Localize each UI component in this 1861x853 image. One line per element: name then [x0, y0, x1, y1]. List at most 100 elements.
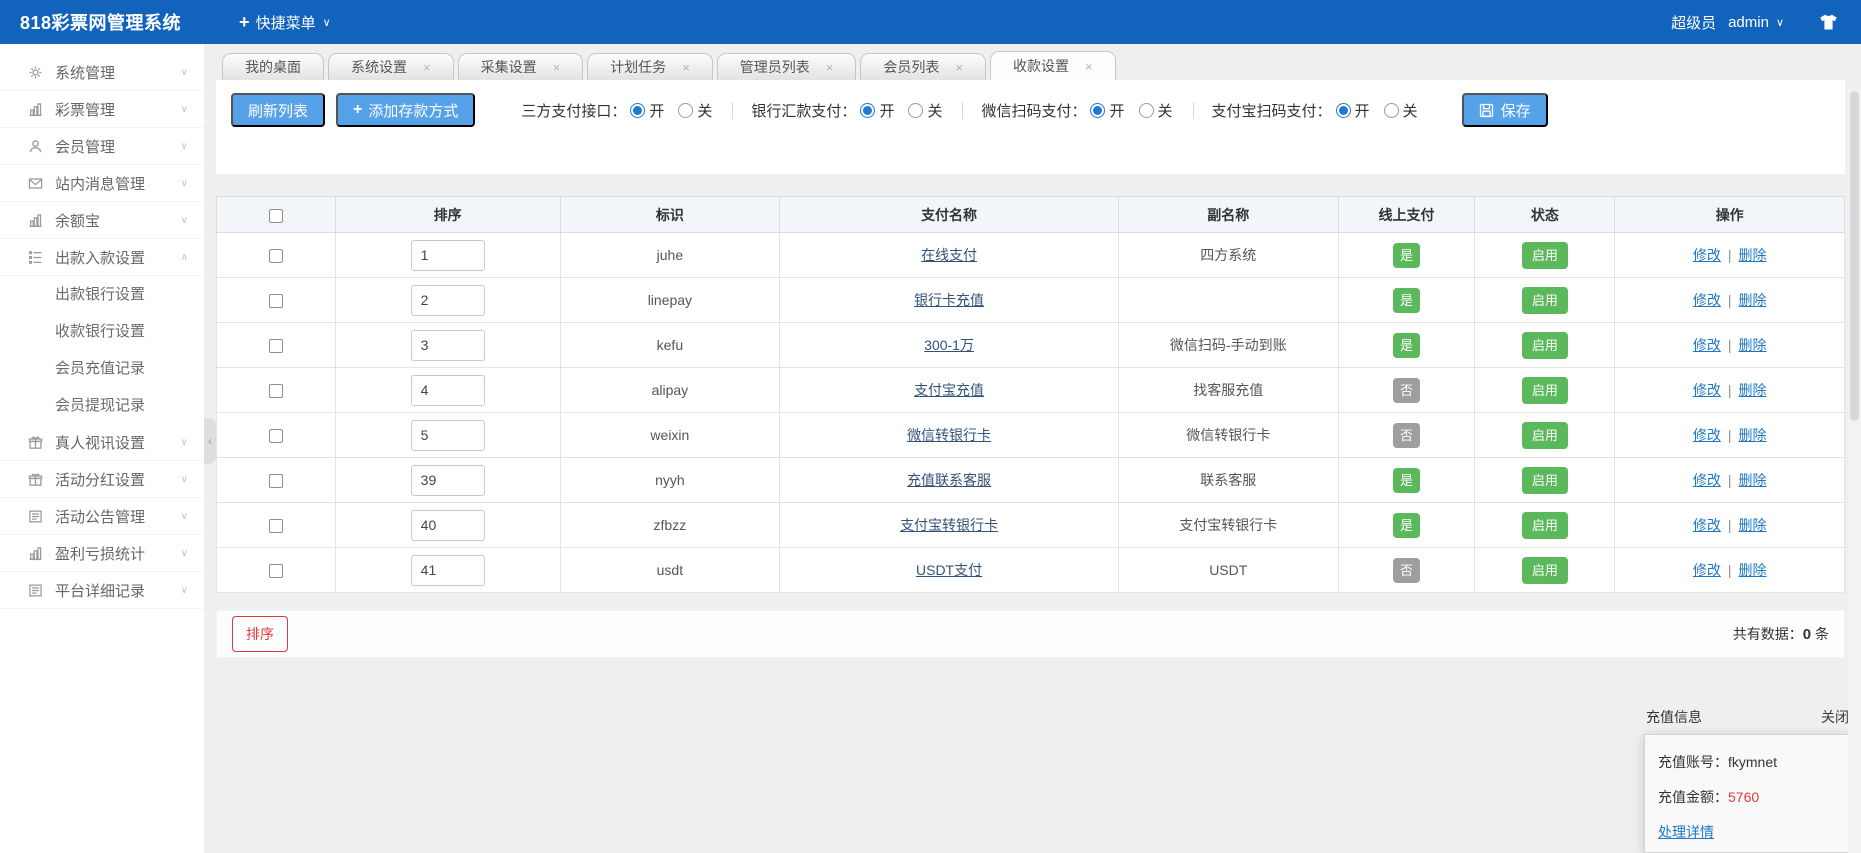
- scrollbar-thumb[interactable]: [1850, 91, 1859, 421]
- tab-plan-tasks[interactable]: 计划任务×: [587, 53, 713, 80]
- quick-menu-button[interactable]: + 快捷菜单 ∨: [239, 12, 331, 33]
- tab-collect-settings[interactable]: 采集设置×: [458, 53, 584, 80]
- pay-name-link[interactable]: USDT支付: [916, 562, 982, 578]
- delete-link[interactable]: 删除: [1739, 247, 1767, 263]
- edit-link[interactable]: 修改: [1693, 382, 1721, 398]
- select-all-checkbox[interactable]: [269, 209, 283, 223]
- tab-member-list[interactable]: 会员列表×: [860, 53, 986, 80]
- row-checkbox[interactable]: [269, 384, 283, 398]
- delete-link[interactable]: 删除: [1739, 337, 1767, 353]
- save-button[interactable]: 保存: [1462, 93, 1548, 127]
- edit-link[interactable]: 修改: [1693, 562, 1721, 578]
- divider: [1193, 102, 1194, 119]
- sidebar-item-members[interactable]: 会员管理 ∨: [0, 128, 204, 165]
- pay-name-link[interactable]: 支付宝充值: [914, 382, 984, 398]
- edit-link[interactable]: 修改: [1693, 517, 1721, 533]
- sidebar-item-activity-dividend[interactable]: 活动分红设置 ∨: [0, 461, 204, 498]
- tab-admin-list[interactable]: 管理员列表×: [717, 53, 857, 80]
- row-checkbox[interactable]: [269, 564, 283, 578]
- sort-input[interactable]: [411, 510, 485, 541]
- sidebar-subitem-recharge-records[interactable]: 会员充值记录: [0, 350, 204, 387]
- pay-name-link[interactable]: 充值联系客服: [907, 472, 991, 488]
- sidebar-subitem-withdraw-bank[interactable]: 出款银行设置: [0, 276, 204, 313]
- sort-input[interactable]: [411, 420, 485, 451]
- sidebar-item-payment-settings[interactable]: 出款入款设置 ∧: [0, 239, 204, 276]
- sidebar-collapse-handle[interactable]: ‹: [204, 418, 216, 464]
- radio-on[interactable]: 开: [630, 100, 664, 121]
- tab-close-icon[interactable]: ×: [682, 60, 690, 75]
- sort-input[interactable]: [411, 555, 485, 586]
- delete-link[interactable]: 删除: [1739, 382, 1767, 398]
- pay-name-link[interactable]: 在线支付: [921, 247, 977, 263]
- sidebar-item-profit-loss[interactable]: 盈利亏损统计 ∨: [0, 535, 204, 572]
- edit-link[interactable]: 修改: [1693, 247, 1721, 263]
- edit-link[interactable]: 修改: [1693, 427, 1721, 443]
- row-checkbox[interactable]: [269, 429, 283, 443]
- sort-input[interactable]: [411, 465, 485, 496]
- sort-input[interactable]: [411, 285, 485, 316]
- delete-link[interactable]: 删除: [1739, 517, 1767, 533]
- pay-name-link[interactable]: 微信转银行卡: [907, 427, 991, 443]
- pay-name-link[interactable]: 支付宝转银行卡: [900, 517, 998, 533]
- radio-off[interactable]: 关: [678, 100, 712, 121]
- sort-input[interactable]: [411, 240, 485, 271]
- tab-close-icon[interactable]: ×: [1085, 59, 1093, 74]
- delete-link[interactable]: 删除: [1739, 292, 1767, 308]
- tab-close-icon[interactable]: ×: [553, 60, 561, 75]
- theme-shirt-icon[interactable]: [1818, 13, 1839, 31]
- delete-link[interactable]: 删除: [1739, 562, 1767, 578]
- row-checkbox[interactable]: [269, 339, 283, 353]
- sidebar-item-system[interactable]: 系统管理 ∨: [0, 54, 204, 91]
- tab-system-settings[interactable]: 系统设置×: [328, 53, 454, 80]
- online-badge: 否: [1393, 378, 1420, 403]
- edit-link[interactable]: 修改: [1693, 292, 1721, 308]
- sidebar-item-platform-records[interactable]: 平台详细记录 ∨: [0, 572, 204, 609]
- tab-my-desktop[interactable]: 我的桌面: [222, 53, 324, 80]
- sidebar-item-announcements[interactable]: 活动公告管理 ∨: [0, 498, 204, 535]
- radio-on[interactable]: 开: [1090, 100, 1124, 121]
- pay-code: nyyh: [560, 458, 780, 503]
- radio-off[interactable]: 关: [908, 100, 942, 121]
- radio-off[interactable]: 关: [1384, 100, 1418, 121]
- process-detail-link[interactable]: 处理详情: [1658, 824, 1714, 840]
- tab-payment-settings[interactable]: 收款设置×: [990, 51, 1116, 80]
- sidebar-item-live-video[interactable]: 真人视讯设置 ∨: [0, 424, 204, 461]
- table-row: juhe 在线支付 四方系统 是 启用 修改|删除: [217, 233, 1845, 278]
- table-row: zfbzz 支付宝转银行卡 支付宝转银行卡 是 启用 修改|删除: [217, 503, 1845, 548]
- tab-close-icon[interactable]: ×: [423, 60, 431, 75]
- pay-name-link[interactable]: 300-1万: [924, 337, 974, 353]
- sidebar-subitem-receive-bank[interactable]: 收款银行设置: [0, 313, 204, 350]
- add-deposit-method-button[interactable]: +添加存款方式: [336, 93, 475, 127]
- delete-link[interactable]: 删除: [1739, 427, 1767, 443]
- app-title: 818彩票网管理系统: [20, 9, 181, 35]
- sidebar-subitem-withdraw-records[interactable]: 会员提现记录: [0, 387, 204, 424]
- user-role: 超级员: [1671, 12, 1716, 33]
- plus-icon: +: [239, 12, 250, 33]
- refresh-list-button[interactable]: 刷新列表: [231, 93, 325, 127]
- user-menu[interactable]: admin ∨: [1728, 14, 1784, 31]
- tab-close-icon[interactable]: ×: [955, 60, 963, 75]
- edit-link[interactable]: 修改: [1693, 472, 1721, 488]
- pay-subname: USDT: [1118, 548, 1338, 593]
- radio-off[interactable]: 关: [1139, 100, 1173, 121]
- sidebar-item-messages[interactable]: 站内消息管理 ∨: [0, 165, 204, 202]
- sidebar-item-yuebao[interactable]: 余额宝 ∨: [0, 202, 204, 239]
- online-badge: 否: [1393, 423, 1420, 448]
- tab-close-icon[interactable]: ×: [826, 60, 834, 75]
- row-checkbox[interactable]: [269, 474, 283, 488]
- radio-on[interactable]: 开: [1336, 100, 1370, 121]
- row-checkbox[interactable]: [269, 249, 283, 263]
- row-checkbox[interactable]: [269, 294, 283, 308]
- row-checkbox[interactable]: [269, 519, 283, 533]
- delete-link[interactable]: 删除: [1739, 472, 1767, 488]
- edit-link[interactable]: 修改: [1693, 337, 1721, 353]
- col-header-sort: 排序: [335, 197, 560, 233]
- vertical-scrollbar[interactable]: [1848, 88, 1861, 853]
- apply-sort-button[interactable]: 排序: [232, 616, 288, 652]
- radio-on[interactable]: 开: [860, 100, 894, 121]
- pay-name-link[interactable]: 银行卡充值: [914, 292, 984, 308]
- popup-close-link[interactable]: 关闭: [1821, 707, 1849, 727]
- sidebar-item-lottery[interactable]: 彩票管理 ∨: [0, 91, 204, 128]
- sort-input[interactable]: [411, 330, 485, 361]
- sort-input[interactable]: [411, 375, 485, 406]
